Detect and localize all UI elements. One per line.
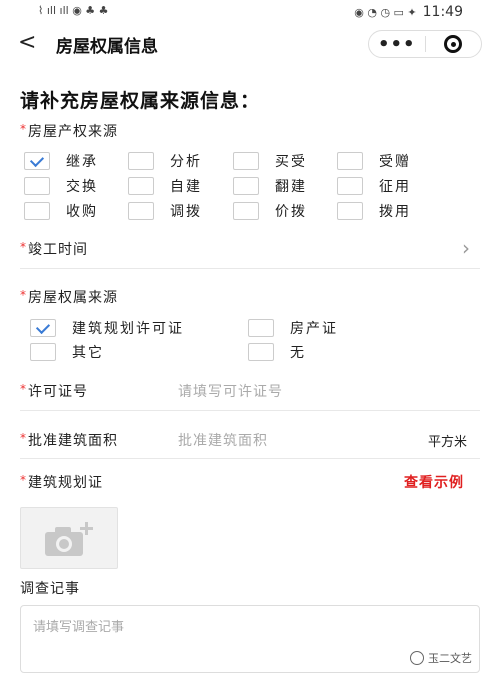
checkbox-allocation[interactable] [128,202,154,220]
survey-notes-label: 调查记事 [20,581,80,597]
divider [20,268,480,269]
nav-bar: < 房屋权属信息 ••• [0,24,499,62]
permit-number-label: *许可证号 [20,382,88,400]
status-bar-right: ◉ ◔ ◷ ▭ ✦ 11:49 [354,4,463,20]
page-title: 房屋权属信息 [56,37,158,57]
checkbox-other[interactable] [30,343,56,361]
checkbox-purchase[interactable] [233,152,259,170]
property-source-label: *房屋产权来源 [20,122,118,140]
checkbox-allocated-use[interactable] [337,202,363,220]
option-label: 翻建 [275,179,307,195]
option-label: 继承 [66,154,98,170]
wechat-official-icon [410,651,424,665]
checkbox-gift[interactable] [337,152,363,170]
target-icon [444,35,463,53]
status-bar-left: ⌇ ıll ıll ◉ ♣ ♣ [38,4,109,17]
option-label: 自建 [170,179,202,195]
divider [20,458,480,459]
area-unit: 平方米 [428,435,468,450]
watermark: 玉二文艺 [410,650,472,666]
view-example-link[interactable]: 查看示例 [404,472,464,492]
option-label: 征用 [379,179,411,195]
checkbox-requisition[interactable] [337,177,363,195]
checkbox-self-built[interactable] [128,177,154,195]
option-label: 受赠 [379,154,411,170]
checkbox-property-certificate[interactable] [248,319,274,337]
checkbox-none[interactable] [248,343,274,361]
more-menu-button[interactable]: ••• [369,34,425,55]
signal-icons: ⌇ ıll ıll ◉ ♣ ♣ [38,4,109,17]
checkbox-analysis[interactable] [128,152,154,170]
chevron-right-icon[interactable]: › [462,236,470,260]
option-label: 调拨 [170,204,202,220]
miniprogram-capsule: ••• [368,30,482,58]
ownership-source-label: *房屋权属来源 [20,288,118,306]
back-chevron-icon[interactable]: < [18,30,36,55]
completion-time-label[interactable]: *竣工时间 [20,239,88,259]
option-label: 分析 [170,154,202,170]
system-icons: ◉ ◔ ◷ ▭ ✦ [354,5,417,19]
checkbox-exchange[interactable] [24,177,50,195]
checkbox-acquisition[interactable] [24,202,50,220]
option-label: 价拨 [275,204,307,220]
option-label: 无 [290,345,306,361]
option-label: 房产证 [290,321,338,337]
divider [20,410,480,411]
option-label: 买受 [275,154,307,170]
option-label: 拨用 [379,204,411,220]
status-bar: ⌇ ıll ıll ◉ ♣ ♣ ◉ ◔ ◷ ▭ ✦ 11:49 [0,0,499,24]
camera-add-icon [45,522,93,556]
clock: 11:49 [422,4,463,20]
approved-area-input[interactable]: 批准建筑面积 [178,430,268,450]
close-miniprogram-button[interactable] [425,35,481,53]
photo-upload-button[interactable] [20,507,118,569]
checkbox-inherit[interactable] [24,152,50,170]
checkbox-rebuilt[interactable] [233,177,259,195]
planning-permit-label: *建筑规划证 [20,473,103,491]
option-label: 收购 [66,204,98,220]
option-label: 建筑规划许可证 [72,321,184,337]
checkbox-planning-permit[interactable] [30,319,56,337]
option-label: 交换 [66,179,98,195]
checkbox-price-allocation[interactable] [233,202,259,220]
option-label: 其它 [72,345,104,361]
approved-area-label: *批准建筑面积 [20,431,118,449]
section-title: 请补充房屋权属来源信息： [20,90,261,112]
permit-number-input[interactable]: 请填写可许证号 [178,381,283,401]
